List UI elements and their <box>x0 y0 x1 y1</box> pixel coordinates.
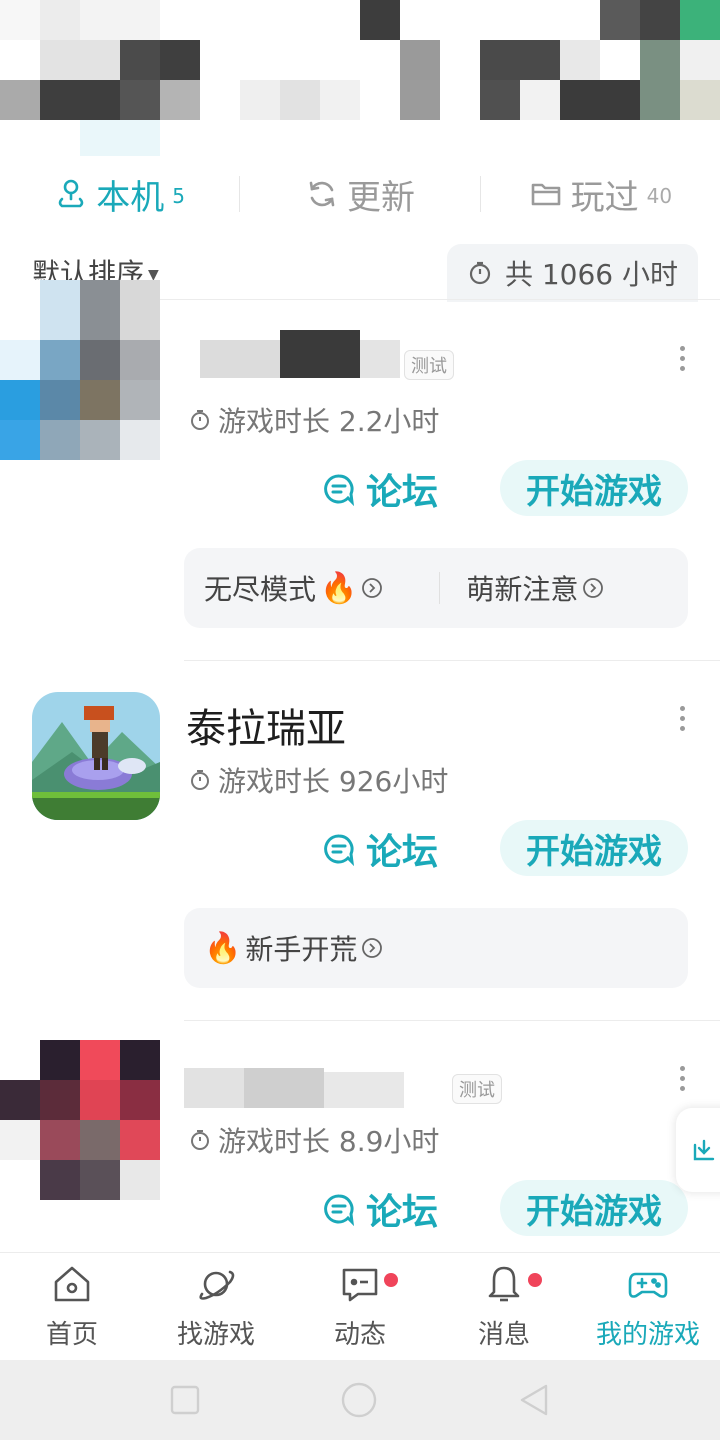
start-game-button[interactable]: 开始游戏 <box>500 460 688 516</box>
nav-label: 首页 <box>45 1320 98 1350</box>
tag-newbie-notice[interactable]: 萌新注意 <box>446 568 624 608</box>
back-triangle-icon[interactable] <box>516 1382 552 1418</box>
tag-label: 萌新注意 <box>466 573 579 606</box>
tab-bar: 本机 5 更新 玩过 40 <box>0 162 720 226</box>
folder-icon <box>531 183 560 206</box>
nav-label: 动态 <box>333 1320 386 1350</box>
tab-played-label: 玩过 <box>570 177 639 218</box>
fire-icon: 🔥 <box>204 930 242 966</box>
game-icon[interactable] <box>0 280 160 460</box>
gamepad-icon <box>628 1272 668 1298</box>
beta-tag: 测试 <box>452 1074 502 1104</box>
blurred-header <box>0 0 720 160</box>
playtime: 游戏时长 8.9小时 <box>188 1120 439 1160</box>
tag-label: 无尽模式 <box>204 573 317 606</box>
forum-label: 论坛 <box>366 472 439 513</box>
playtime: 游戏时长 926小时 <box>188 760 448 800</box>
home-circle-icon[interactable] <box>339 1380 379 1420</box>
tag-label: 新手开荒 <box>245 933 358 966</box>
timer-icon <box>191 770 209 790</box>
forum-button[interactable]: 论坛 <box>322 822 446 876</box>
chat-card-icon <box>342 1268 378 1302</box>
nav-feed[interactable]: 动态 <box>288 1253 432 1360</box>
fire-icon: 🔥 <box>320 570 358 606</box>
game-title <box>184 1062 444 1110</box>
person-pin-icon <box>59 179 84 208</box>
refresh-icon <box>309 181 335 207</box>
game-title <box>160 330 400 378</box>
notification-dot <box>384 1273 398 1287</box>
start-game-label: 开始游戏 <box>526 471 662 512</box>
start-game-label: 开始游戏 <box>526 1191 662 1232</box>
nav-find-games[interactable]: 找游戏 <box>144 1253 288 1360</box>
nav-label: 消息 <box>477 1320 530 1350</box>
tab-played-count: 40 <box>646 183 673 208</box>
nav-home[interactable]: 首页 <box>0 1253 144 1360</box>
beta-tag: 测试 <box>404 350 454 380</box>
timer-icon <box>191 410 209 430</box>
tab-played[interactable]: 玩过 40 <box>481 170 720 219</box>
forum-button[interactable]: 论坛 <box>322 462 446 516</box>
game-card: 测试 游戏时长 8.9小时 论坛 开始游戏 <box>0 1020 720 1252</box>
start-game-label: 开始游戏 <box>526 831 662 872</box>
home-icon <box>54 1266 90 1302</box>
playtime-text: 游戏时长 926小时 <box>218 765 449 798</box>
chat-bubble-icon <box>324 1194 355 1226</box>
tag-divider <box>439 572 441 604</box>
more-options-icon[interactable] <box>678 346 686 371</box>
forum-label: 论坛 <box>366 832 439 873</box>
game-icon[interactable] <box>0 1040 160 1220</box>
total-playtime-text: 共 1066 小时 <box>504 258 678 291</box>
forum-button[interactable]: 论坛 <box>322 1182 446 1236</box>
nav-label: 我的游戏 <box>595 1320 700 1350</box>
recents-square-icon[interactable] <box>168 1383 202 1417</box>
tag-endless-mode[interactable]: 无尽模式 🔥 <box>184 568 403 608</box>
tab-local-label: 本机 <box>96 177 165 218</box>
tags-box: 🔥 新手开荒 <box>184 908 688 988</box>
more-options-icon[interactable] <box>678 706 686 731</box>
system-nav-bar <box>0 1360 720 1440</box>
planet-icon <box>199 1270 235 1300</box>
circle-arrow-icon <box>362 938 383 958</box>
tag-newbie-start[interactable]: 🔥 新手开荒 <box>184 928 403 968</box>
playtime-text: 游戏时长 8.9小时 <box>218 1125 440 1158</box>
playtime: 游戏时长 2.2小时 <box>188 400 439 440</box>
tab-update-label: 更新 <box>346 177 415 218</box>
total-playtime: 共 1066 小时 <box>446 244 698 302</box>
more-options-icon[interactable] <box>678 1066 686 1091</box>
notification-dot <box>528 1273 542 1287</box>
timer-icon <box>191 1130 209 1150</box>
playtime-text: 游戏时长 2.2小时 <box>218 405 440 438</box>
game-card: 测试 游戏时长 2.2小时 论坛 开始游戏 无尽模式 🔥 萌新注意 <box>0 280 720 660</box>
circle-arrow-icon <box>583 578 604 598</box>
forum-label: 论坛 <box>366 1192 439 1233</box>
start-game-button[interactable]: 开始游戏 <box>500 1180 688 1236</box>
terraria-artwork <box>32 692 160 820</box>
download-tray-icon <box>693 1139 715 1161</box>
nav-my-games[interactable]: 我的游戏 <box>576 1253 720 1360</box>
game-title: 泰拉瑞亚 <box>186 706 346 752</box>
chat-bubble-icon <box>324 474 355 506</box>
timer-icon <box>469 261 491 285</box>
tags-box: 无尽模式 🔥 萌新注意 <box>184 548 688 628</box>
game-card: 泰拉瑞亚 游戏时长 926小时 论坛 开始游戏 🔥 新手开荒 <box>0 660 720 1020</box>
tab-local-count: 5 <box>172 183 186 208</box>
tab-update[interactable]: 更新 <box>240 170 479 219</box>
bell-icon <box>488 1266 520 1302</box>
bottom-nav: 首页 找游戏 动态 消息 我的游戏 <box>0 1252 720 1360</box>
floating-download-button[interactable] <box>676 1108 720 1192</box>
circle-arrow-icon <box>362 578 383 598</box>
tab-local[interactable]: 本机 5 <box>0 170 239 219</box>
terraria-game-icon[interactable] <box>32 692 160 820</box>
nav-label: 找游戏 <box>176 1320 255 1350</box>
start-game-button[interactable]: 开始游戏 <box>500 820 688 876</box>
nav-messages[interactable]: 消息 <box>432 1253 576 1360</box>
chat-bubble-icon <box>324 834 355 866</box>
